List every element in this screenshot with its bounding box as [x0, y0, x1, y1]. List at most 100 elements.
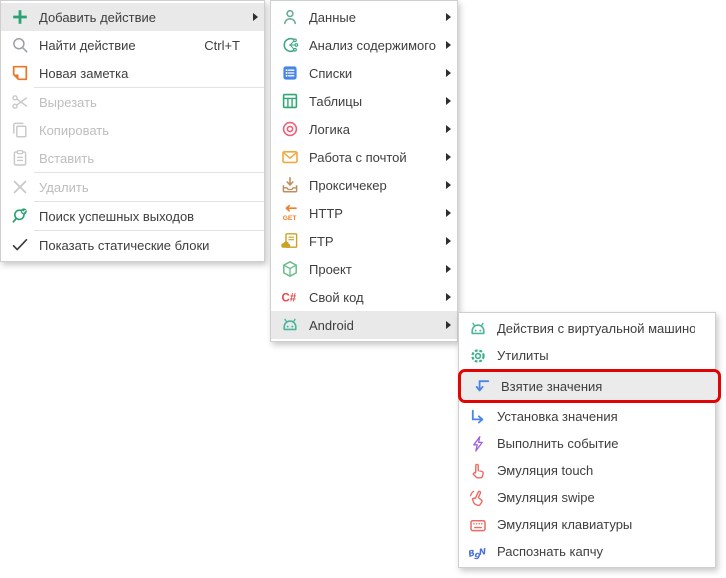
menu-item-label: Проксичекер: [309, 178, 437, 193]
menu-item-label: Вырезать: [39, 95, 244, 110]
submenu-arrow-icon: [437, 321, 451, 329]
menu-item-label: Распознать капчу: [497, 544, 695, 559]
submenu-arrow-icon: [437, 125, 451, 133]
menu-item[interactable]: Эмуляция touch: [459, 457, 715, 484]
submenu-arrow-icon: [437, 97, 451, 105]
menu-item[interactable]: Взятие значения: [458, 369, 721, 403]
menu-item[interactable]: Выполнить событие: [459, 430, 715, 457]
shortcut-label: Ctrl+T: [204, 38, 240, 53]
menu-item-label: FTP: [309, 234, 437, 249]
keyboard-icon: [469, 516, 487, 534]
menu-item-label: HTTP: [309, 206, 437, 221]
submenu-arrow-icon: [437, 41, 451, 49]
menu-item-label: Установка значения: [497, 409, 695, 424]
submenu-arrow-icon: [437, 13, 451, 21]
menu-item-label: Новая заметка: [39, 66, 244, 81]
menu-item[interactable]: Удалить: [1, 173, 264, 201]
person-icon: [281, 8, 299, 26]
scissors-icon: [11, 93, 29, 111]
menu-item-label: Действия с виртуальной машиной: [497, 321, 695, 336]
menu-item[interactable]: Вставить: [1, 144, 264, 172]
menu-item[interactable]: Утилиты: [459, 342, 715, 369]
menu-item[interactable]: Добавить действие: [1, 3, 264, 31]
menu-item-label: Таблицы: [309, 94, 437, 109]
menu-item-label: Эмуляция swipe: [497, 490, 695, 505]
mail-icon: [281, 148, 299, 166]
menu-item-label: Выполнить событие: [497, 436, 695, 451]
submenu-arrow-icon: [437, 265, 451, 273]
menu-item-label: Найти действие: [39, 38, 204, 53]
menu-item-label: Копировать: [39, 123, 244, 138]
captcha-icon: BgN: [469, 543, 487, 561]
add-action-submenu: Данные Анализ содержимого Списки Таблицы Лог…: [270, 0, 458, 342]
menu-item[interactable]: Новая заметка: [1, 59, 264, 87]
menu-item[interactable]: Логика: [271, 115, 457, 143]
menu-item-label: Android: [309, 318, 437, 333]
menu-item[interactable]: Показать статические блоки: [1, 231, 264, 259]
paste-icon: [11, 149, 29, 167]
menu-item[interactable]: Копировать: [1, 116, 264, 144]
menu-item[interactable]: Вырезать: [1, 88, 264, 116]
search-icon: [11, 36, 29, 54]
menu-item-label: Взятие значения: [501, 379, 698, 394]
touch-icon: [469, 462, 487, 480]
menu-item[interactable]: Эмуляция клавиатуры: [459, 511, 715, 538]
menu-item-label: Добавить действие: [39, 10, 244, 25]
menu-item[interactable]: Данные: [271, 3, 457, 31]
list-icon: [281, 64, 299, 82]
menu-item[interactable]: Проксичекер: [271, 171, 457, 199]
submenu-arrow-icon: [437, 209, 451, 217]
menu-item-label: Эмуляция touch: [497, 463, 695, 478]
submenu-arrow-icon: [437, 69, 451, 77]
http-get-icon: GET: [281, 204, 299, 222]
note-icon: [11, 64, 29, 82]
gear-icon: [469, 347, 487, 365]
plus-icon: [11, 8, 29, 26]
delete-icon: [11, 178, 29, 196]
menu-item[interactable]: GET HTTP: [271, 199, 457, 227]
menu-item[interactable]: FTP: [271, 227, 457, 255]
menu-item-label: Логика: [309, 122, 437, 137]
menu-item[interactable]: BgN Распознать капчу: [459, 538, 715, 565]
menu-item-label: Утилиты: [497, 348, 695, 363]
menu-item-label: Поиск успешных выходов: [39, 209, 244, 224]
cube-icon: [281, 260, 299, 278]
menu-item[interactable]: Эмуляция swipe: [459, 484, 715, 511]
menu-item-label: Вставить: [39, 151, 244, 166]
menu-item[interactable]: Действия с виртуальной машиной: [459, 315, 715, 342]
menu-item-label: Показать статические блоки: [39, 238, 244, 253]
submenu-arrow-icon: [437, 181, 451, 189]
set-value-icon: [469, 408, 487, 426]
ftp-icon: [281, 232, 299, 250]
swipe-icon: [469, 489, 487, 507]
menu-item[interactable]: Проект: [271, 255, 457, 283]
menu-item[interactable]: Работа с почтой: [271, 143, 457, 171]
submenu-arrow-icon: [437, 153, 451, 161]
svg-text:GET: GET: [283, 215, 298, 222]
menu-item-label: Удалить: [39, 180, 244, 195]
table-icon: [281, 92, 299, 110]
menu-item-label: Работа с почтой: [309, 150, 437, 165]
svg-text:C#: C#: [282, 292, 297, 304]
menu-item[interactable]: Таблицы: [271, 87, 457, 115]
menu-item-label: Свой код: [309, 290, 437, 305]
menu-item-label: Данные: [309, 10, 437, 25]
menu-item[interactable]: C# Свой код: [271, 283, 457, 311]
menu-item-label: Анализ содержимого: [309, 38, 437, 53]
check-icon: [11, 236, 29, 254]
csharp-icon: C#: [281, 288, 299, 306]
cascading-context-menus: Добавить действие Найти действиеCtrl+T Нов…: [0, 0, 726, 578]
menu-item-label: Эмуляция клавиатуры: [497, 517, 695, 532]
context-menu: Добавить действие Найти действиеCtrl+T Нов…: [0, 0, 265, 262]
menu-item-label: Проект: [309, 262, 437, 277]
menu-item[interactable]: Установка значения: [459, 403, 715, 430]
menu-item[interactable]: Найти действиеCtrl+T: [1, 31, 264, 59]
proxy-icon: [281, 176, 299, 194]
lightning-icon: [469, 435, 487, 453]
android-icon: [469, 320, 487, 338]
menu-item[interactable]: Списки: [271, 59, 457, 87]
submenu-arrow-icon: [437, 293, 451, 301]
menu-item[interactable]: Анализ содержимого: [271, 31, 457, 59]
menu-item[interactable]: Поиск успешных выходов: [1, 202, 264, 230]
menu-item[interactable]: Android: [271, 311, 457, 339]
